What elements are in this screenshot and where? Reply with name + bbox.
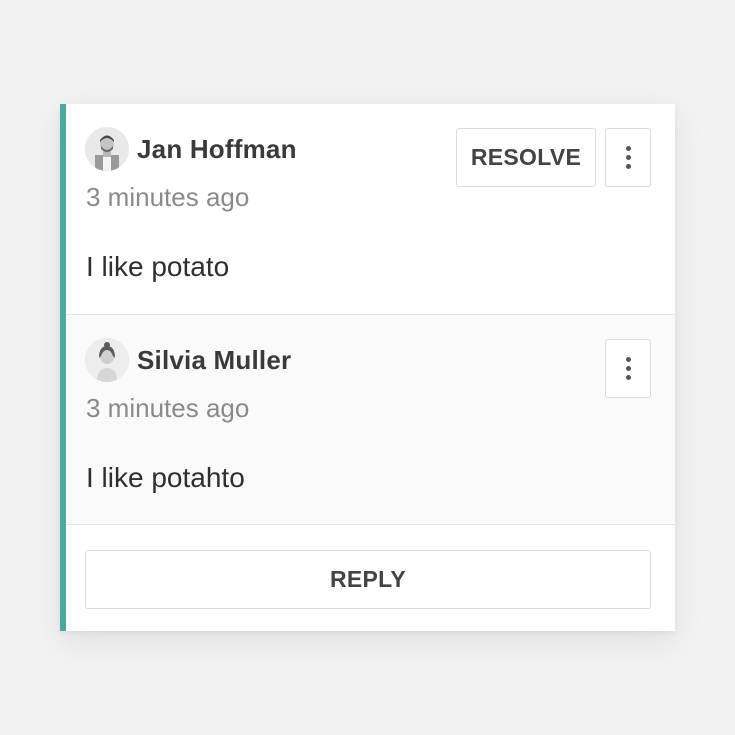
- reply-button-label: REPLY: [329, 566, 407, 592]
- person-avatar-female-icon: [85, 338, 129, 382]
- comment-timestamp: 3 minutes ago: [86, 182, 250, 212]
- resolve-button-label: RESOLVE: [470, 144, 582, 170]
- comment-author: Jan Hoffman: [137, 134, 297, 164]
- person-avatar-male-icon: [85, 127, 129, 171]
- comment-item: Silvia Muller 3 minutes ago I like potah…: [66, 314, 675, 524]
- comment-item: Jan Hoffman 3 minutes ago I like potato …: [66, 104, 675, 314]
- avatar: [85, 127, 129, 171]
- more-vertical-icon: [625, 146, 631, 169]
- more-vertical-icon: [625, 357, 631, 380]
- more-options-button[interactable]: [605, 128, 651, 187]
- reply-area: REPLY: [66, 524, 675, 631]
- comment-body: I like potato: [86, 251, 230, 282]
- more-options-button[interactable]: [605, 339, 651, 398]
- comment-thread-card: Jan Hoffman 3 minutes ago I like potato …: [60, 104, 675, 631]
- comment-body: I like potahto: [86, 462, 245, 493]
- comment-timestamp: 3 minutes ago: [86, 393, 250, 423]
- avatar: [85, 338, 129, 382]
- reply-button[interactable]: REPLY: [85, 550, 651, 609]
- resolve-button[interactable]: RESOLVE: [456, 128, 596, 187]
- comment-author: Silvia Muller: [137, 345, 292, 375]
